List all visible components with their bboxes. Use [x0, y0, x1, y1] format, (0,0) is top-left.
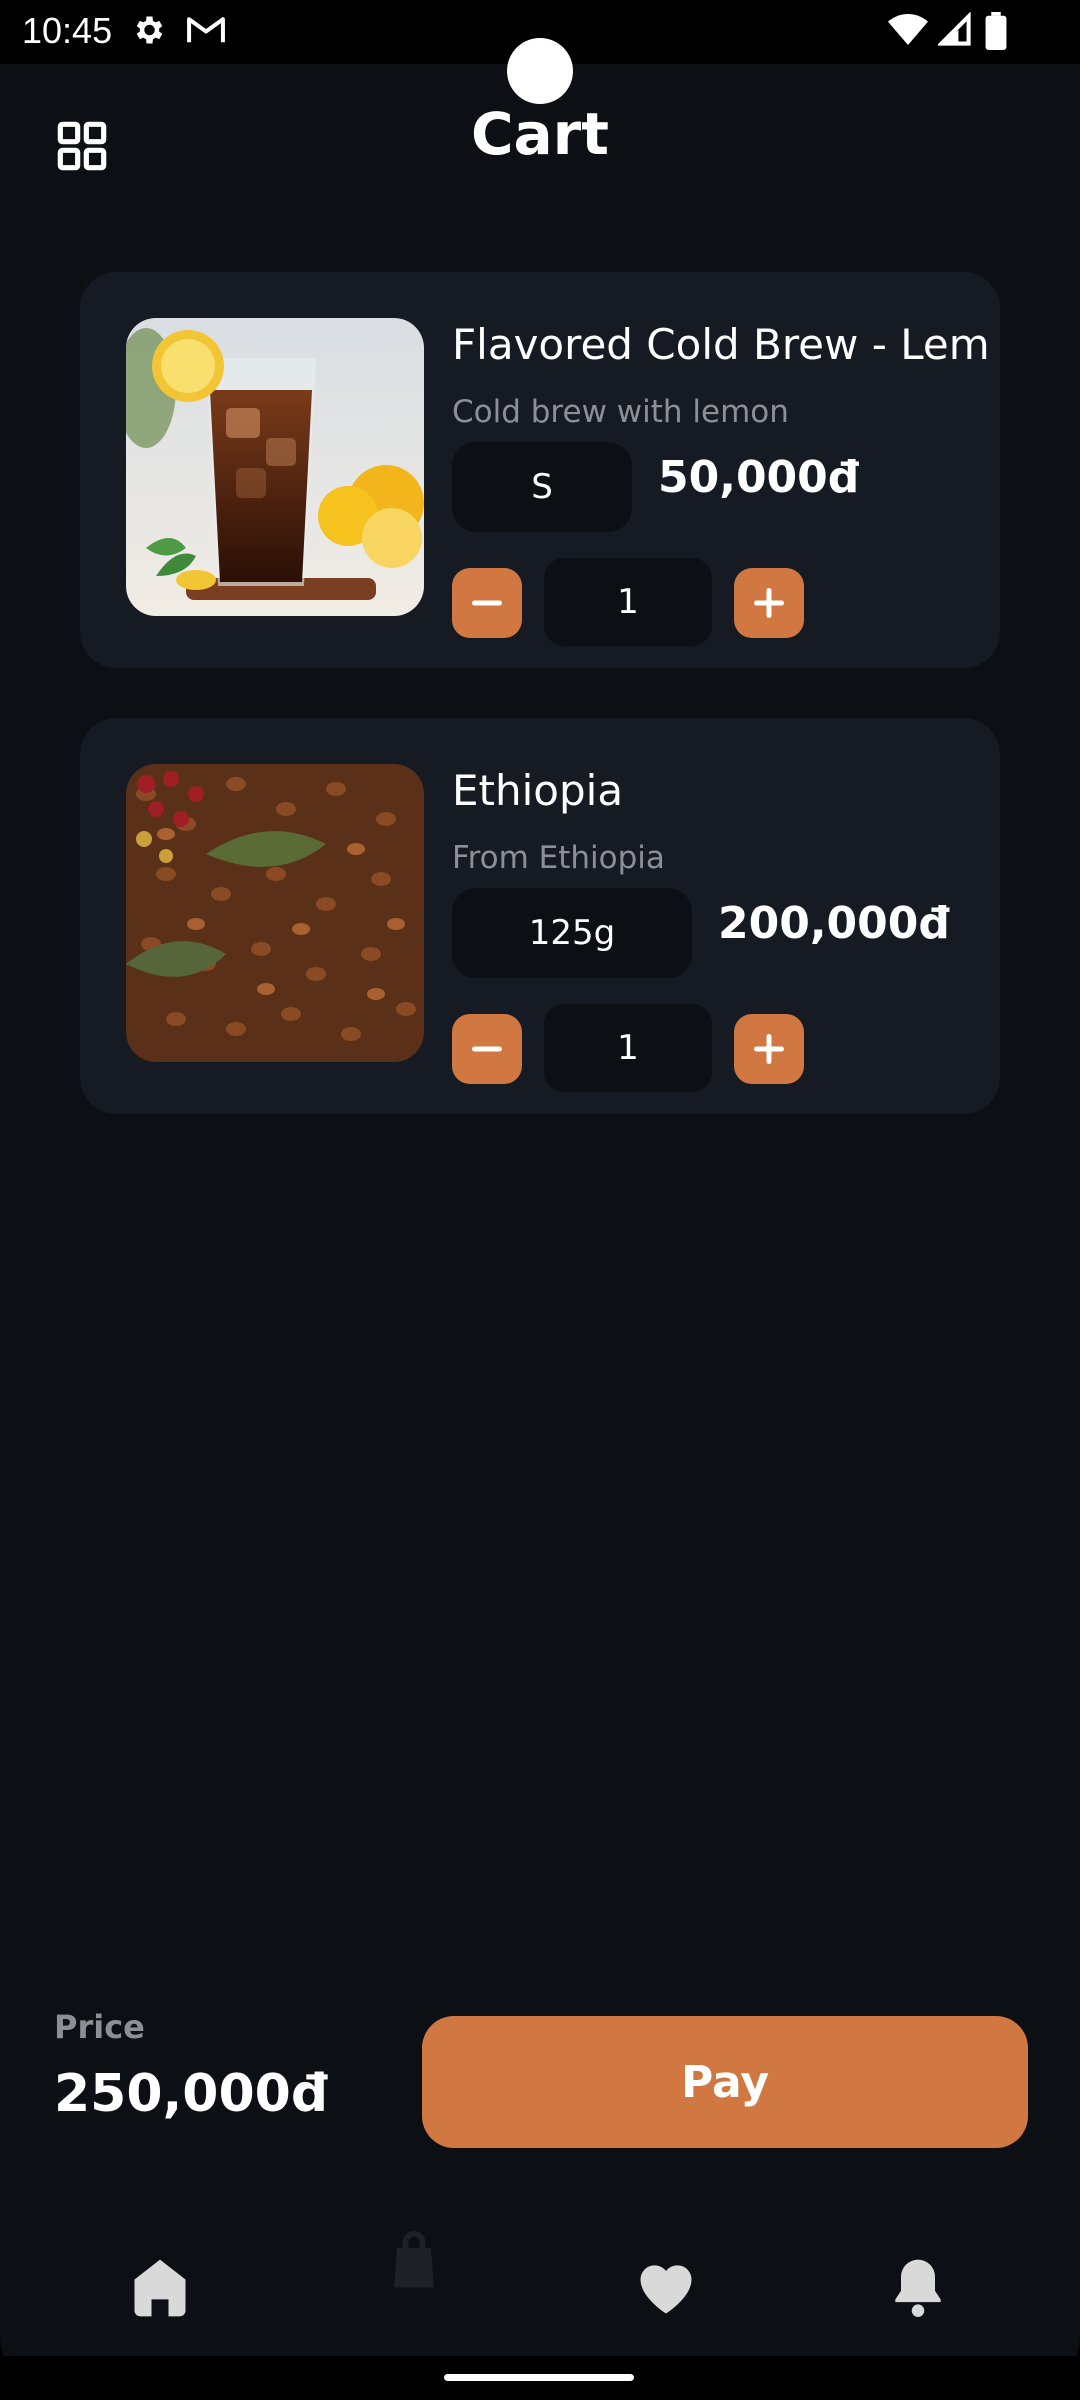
heart-icon [640, 2265, 692, 2314]
increase-quantity-button[interactable] [734, 1014, 804, 1084]
pay-button[interactable]: Pay [422, 2016, 1028, 2148]
cart-item-card[interactable]: Ethiopia From Ethiopia 125g 200,000đ 1 [80, 718, 1000, 1114]
total-price: 250,000đ [54, 2064, 329, 2124]
gear-icon [136, 16, 163, 44]
page-title: Cart [470, 100, 610, 168]
quantity-value: 1 [544, 1004, 712, 1092]
quantity-value: 1 [544, 558, 712, 646]
cart-item-card[interactable]: Flavored Cold Brew - Lem Cold brew with … [80, 272, 1000, 668]
status-time: 10:45 [22, 10, 113, 51]
nav-home[interactable] [124, 2252, 196, 2324]
gesture-handle[interactable] [444, 2374, 634, 2381]
size-selector[interactable]: S [452, 442, 632, 532]
plus-icon [754, 1034, 784, 1064]
nav-cart[interactable] [378, 2226, 450, 2298]
nav-favorites[interactable] [630, 2252, 702, 2324]
item-price: 200,000đ [718, 898, 950, 949]
nav-notifications[interactable] [882, 2252, 954, 2324]
gmail-icon [187, 17, 225, 43]
decrease-quantity-button[interactable] [452, 568, 522, 638]
shopping-bag-icon [394, 2230, 434, 2288]
bell-icon [895, 2259, 941, 2317]
item-name: Ethiopia [452, 766, 624, 815]
camera-cutout [507, 38, 573, 104]
iced-coffee-lemon-image [126, 318, 424, 616]
size-selector[interactable]: 125g [452, 888, 692, 978]
signal-icon [938, 12, 971, 46]
home-icon [134, 2259, 186, 2317]
item-description: Cold brew with lemon [452, 394, 789, 430]
item-name: Flavored Cold Brew - Lem [452, 320, 990, 369]
plus-icon [754, 588, 784, 618]
item-description: From Ethiopia [452, 840, 665, 876]
item-price: 50,000đ [658, 452, 860, 503]
minus-icon [472, 1046, 502, 1052]
decrease-quantity-button[interactable] [452, 1014, 522, 1084]
minus-icon [472, 600, 502, 606]
wifi-icon [888, 14, 928, 45]
price-label: Price [54, 2008, 145, 2046]
increase-quantity-button[interactable] [734, 568, 804, 638]
battery-icon [985, 12, 1007, 50]
coffee-beans-image [126, 764, 424, 1062]
cart-screen: 10:45 Cart Flavored Cold Brew - Lem Cold… [0, 0, 1080, 2400]
